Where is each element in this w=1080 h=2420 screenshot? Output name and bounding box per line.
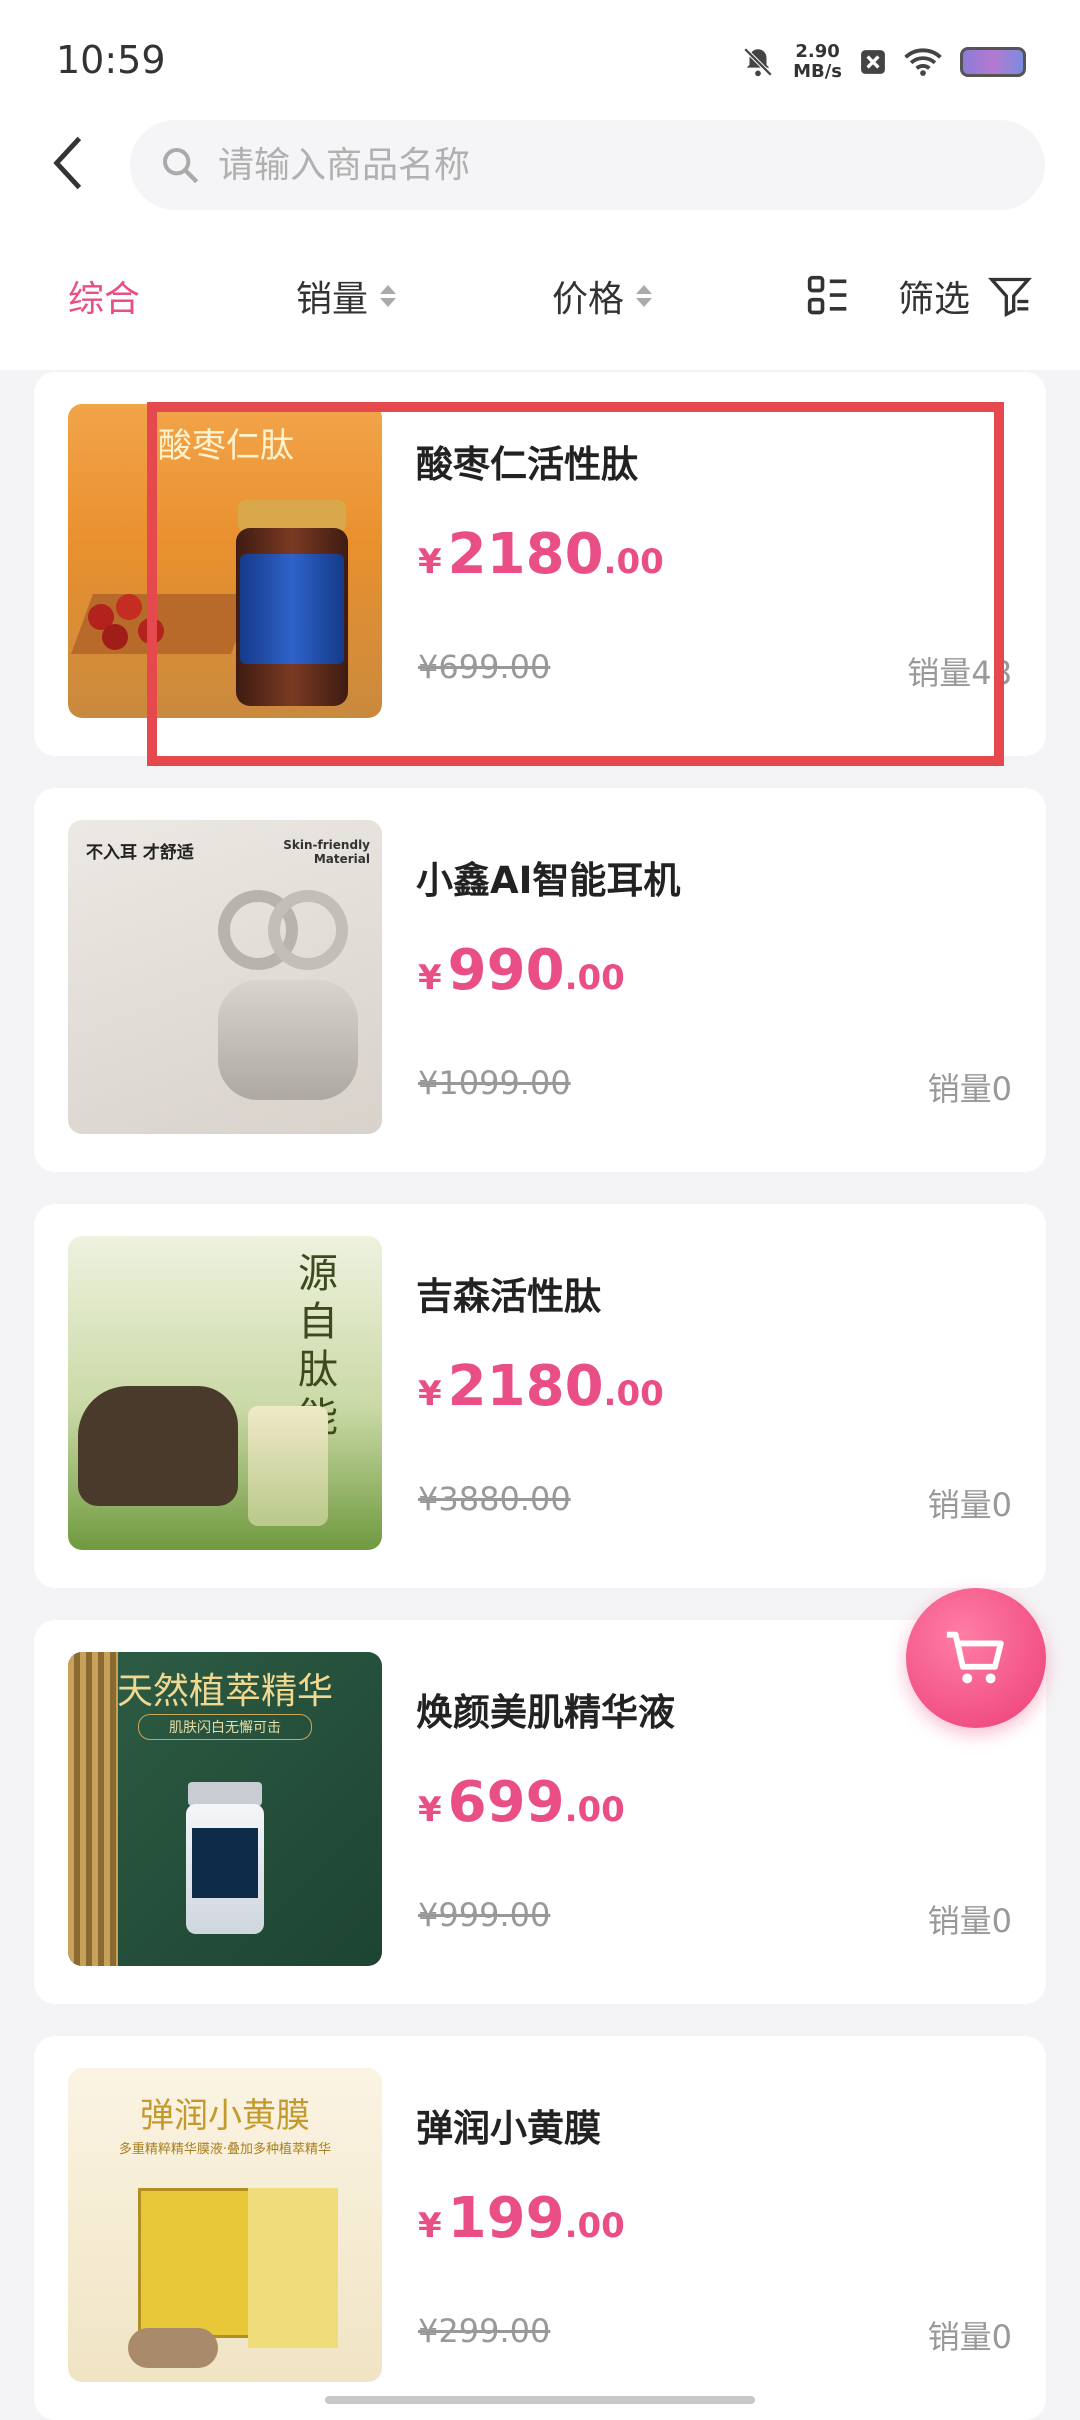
image-subtitle: 多重精粹精华膜液·叠加多种植萃精华 [118,2142,332,2157]
original-price: ¥1099.00 [418,1064,571,1102]
shopping-cart-icon [946,1631,1004,1684]
original-price: ¥299.00 [418,2312,551,2350]
filter-label: 筛选 [898,279,971,320]
sales-count: 销量0 [927,2318,1012,2356]
product-image: 不入耳 才舒适 Skin-friendly Material [68,820,382,1134]
product-name: 弹润小黄膜 [416,2107,601,2150]
cart-button[interactable] [906,1588,1046,1728]
sort-price[interactable]: 价格 [552,270,653,322]
product-card[interactable]: 弹润小黄膜 多重精粹精华膜液·叠加多种植萃精华 弹润小黄膜 ¥ 199 .00 … [34,2036,1046,2420]
home-indicator[interactable] [325,2396,755,2404]
currency-symbol: ¥ [418,1374,442,1414]
sort-arrows-icon [380,285,397,307]
filter-funnel-icon [988,277,1033,318]
status-time: 10:59 [56,38,166,82]
product-price: ¥ 2180 .00 [418,1354,664,1419]
product-price: ¥ 199 .00 [418,2186,625,2251]
product-name: 小鑫AI智能耳机 [416,859,681,902]
product-price: ¥ 2180 .00 [418,522,664,587]
image-subtitle: Skin-friendly Material [283,838,370,866]
network-speed: 2.90 MB/s [793,42,842,82]
currency-symbol: ¥ [418,2206,442,2246]
product-image: 弹润小黄膜 多重精粹精华膜液·叠加多种植萃精华 [68,2068,382,2382]
product-card[interactable]: 天然植萃精华 肌肤闪白无懈可击 焕颜美肌精华液 ¥ 699 .00 ¥999.0… [34,1620,1046,2004]
product-price: ¥ 699 .00 [418,1770,625,1835]
price-integer: 990 [447,938,565,1003]
product-card[interactable]: 源自肽能 吉森活性肽 ¥ 2180 .00 ¥3880.00 销量0 [34,1204,1046,1588]
price-integer: 699 [447,1770,565,1835]
sales-count: 销量0 [927,1902,1012,1940]
currency-symbol: ¥ [418,958,442,998]
sales-count: 销量0 [927,1486,1012,1524]
sort-comprehensive[interactable]: 综合 [68,270,140,322]
search-bar[interactable] [130,120,1045,210]
price-integer: 2180 [447,1354,604,1419]
search-icon [163,148,199,184]
product-name: 吉森活性肽 [416,1275,601,1318]
currency-symbol: ¥ [418,1790,442,1830]
speed-unit: MB/s [793,61,842,82]
image-title: 不入耳 才舒适 [86,843,194,863]
sort-sales[interactable]: 销量 [296,270,397,322]
product-image: 源自肽能 [68,1236,382,1550]
product-name: 酸枣仁活性肽 [416,443,638,486]
bell-off-icon [743,47,773,77]
product-price: ¥ 990 .00 [418,938,625,1003]
sales-count: 销量0 [927,1070,1012,1108]
price-decimal: .00 [564,958,625,998]
price-integer: 2180 [447,522,604,587]
layout-toggle-button[interactable] [806,274,850,318]
sort-arrows-icon [636,285,653,307]
image-title: 弹润小黄膜 [140,2096,310,2136]
sales-count: 销量48 [907,654,1012,692]
original-price: ¥699.00 [418,648,551,686]
chevron-left-icon [53,136,82,190]
status-bar: 10:59 2.90 MB/s [0,0,1080,120]
filter-button[interactable]: 筛选 [898,270,1033,322]
price-decimal: .00 [564,1790,625,1830]
back-button[interactable] [38,128,98,198]
image-subtitle: 肌肤闪白无懈可击 [138,1714,312,1740]
price-integer: 199 [447,2186,565,2251]
speed-value: 2.90 [795,41,840,62]
price-decimal: .00 [603,1374,664,1414]
filter-bar: 综合 销量 价格 筛选 [0,250,1080,340]
price-decimal: .00 [603,542,664,582]
product-card[interactable]: 不入耳 才舒适 Skin-friendly Material 小鑫AI智能耳机 … [34,788,1046,1172]
currency-symbol: ¥ [418,542,442,582]
image-title: 酸枣仁肽 [158,426,294,466]
header: 10:59 2.90 MB/s 综合 销量 价格 [0,0,1080,370]
sort-price-label: 价格 [552,279,625,320]
sort-comprehensive-label: 综合 [68,279,141,320]
close-box-icon [861,50,885,74]
original-price: ¥3880.00 [418,1480,571,1518]
original-price: ¥999.00 [418,1896,551,1934]
sort-sales-label: 销量 [296,279,369,320]
status-icons: 2.90 MB/s [741,40,1026,84]
battery-icon [960,47,1026,77]
product-name: 焕颜美肌精华液 [416,1691,675,1734]
product-card[interactable]: 酸枣仁肽 酸枣仁活性肽 ¥ 2180 .00 ¥699.00 销量48 [34,372,1046,756]
search-input[interactable] [218,144,978,186]
wifi-icon [904,48,942,76]
product-image: 天然植萃精华 肌肤闪白无懈可击 [68,1652,382,1966]
grid-list-icon [807,275,847,315]
price-decimal: .00 [564,2206,625,2246]
product-image: 酸枣仁肽 [68,404,382,718]
